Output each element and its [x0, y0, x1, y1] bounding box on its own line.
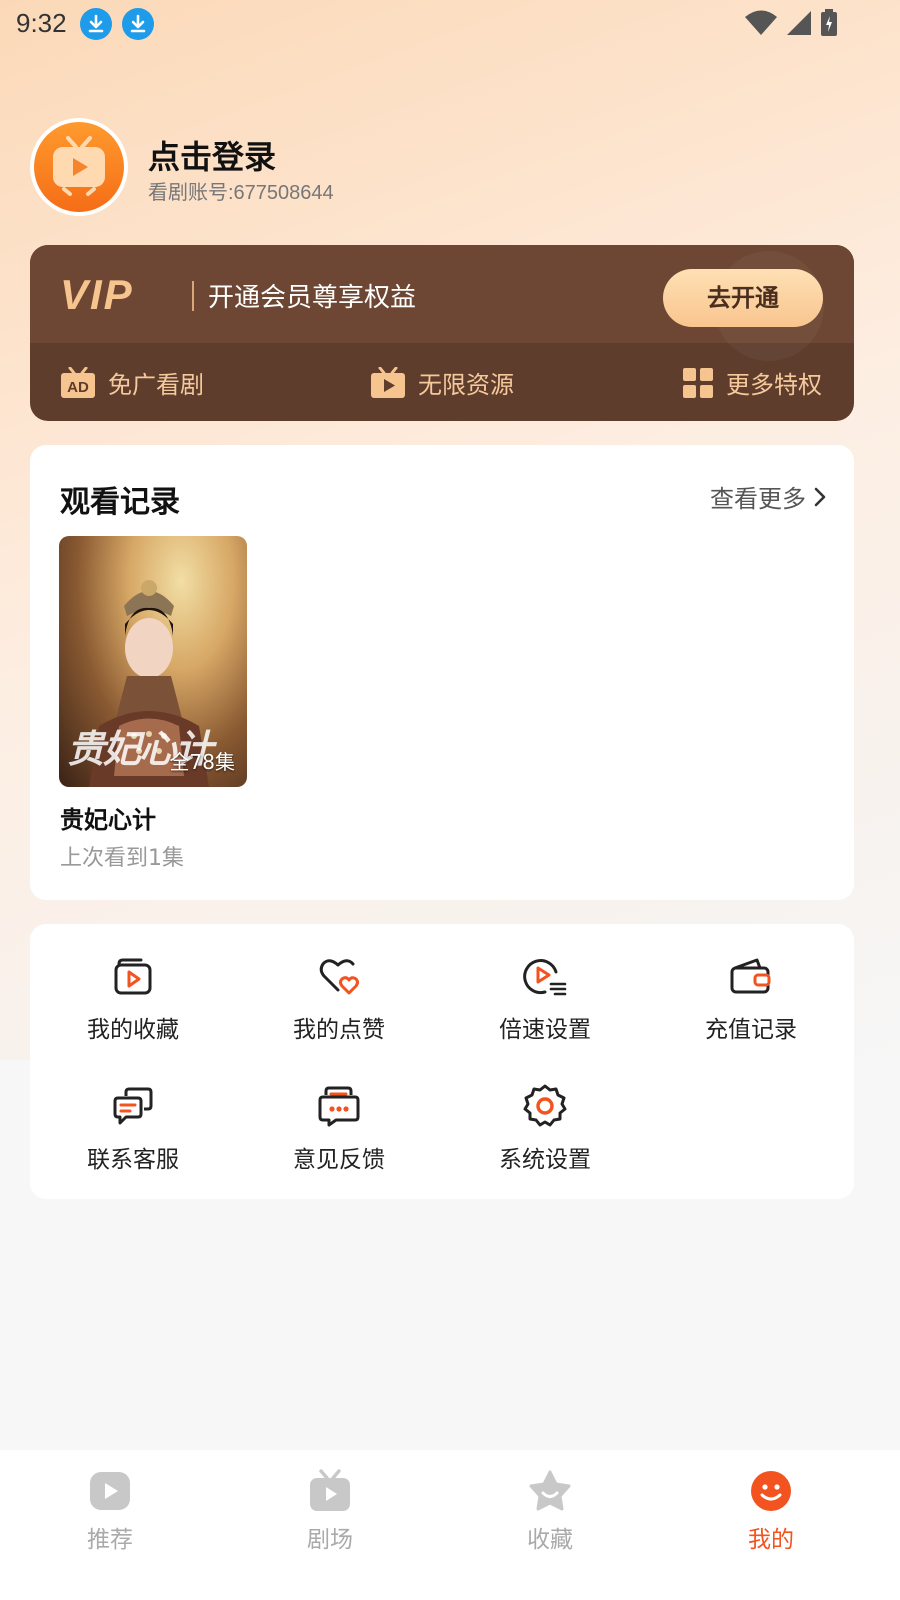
ad-icon: AD [61, 366, 95, 398]
vip-card[interactable]: VIP 开通会员尊享权益 去开通 AD 免广看剧 无限资源 更多特权 [30, 245, 854, 421]
drama-title[interactable]: 贵妃心计 [60, 800, 156, 835]
account-id: 看剧账号:677508644 [148, 182, 334, 204]
status-time: 9:32 [16, 8, 67, 38]
play-icon [90, 1472, 130, 1510]
my-collection-button[interactable]: 我的收藏 [30, 954, 236, 1044]
function-label: 联系客服 [87, 1147, 179, 1173]
bottom-tab-bar: 推荐 剧场 收藏 我的 [0, 1450, 900, 1600]
feedback-button[interactable]: 意见反馈 [236, 1084, 442, 1174]
battery-icon [821, 9, 837, 36]
svg-text:AD: AD [67, 379, 89, 396]
like-icon [319, 959, 359, 995]
function-label: 我的点赞 [293, 1017, 385, 1043]
function-label: 意见反馈 [293, 1147, 385, 1173]
feedback-icon [318, 1086, 360, 1127]
tv-logo-icon [34, 122, 124, 212]
contact-support-button[interactable]: 联系客服 [30, 1084, 236, 1174]
vip-perk-more[interactable]: 更多特权 [682, 365, 822, 400]
profile-page: 9:32 点击登录 看剧账号:677508644 VIP 开通会员尊享权益 去开… [0, 0, 900, 1600]
customer-service-icon [113, 1087, 153, 1125]
wifi-icon [745, 10, 777, 35]
vip-perk-unlimited[interactable]: 无限资源 [370, 365, 514, 400]
view-more-link[interactable]: 查看更多 [710, 479, 826, 514]
tab-label: 收藏 [527, 1527, 573, 1553]
vip-logo: VIP [60, 271, 134, 318]
chevron-right-icon [814, 487, 826, 506]
tab-label: 推荐 [87, 1527, 133, 1553]
watch-progress: 上次看到1集 [60, 846, 184, 871]
tab-label: 剧场 [307, 1527, 353, 1553]
tv-icon [371, 366, 405, 398]
tv-icon [310, 1469, 350, 1511]
vip-description: 开通会员尊享权益 [208, 283, 417, 313]
episode-count: 全78集 [169, 750, 235, 774]
download-icon [122, 8, 154, 40]
recharge-history-button[interactable]: 充值记录 [648, 954, 854, 1044]
section-title: 观看记录 [60, 485, 180, 520]
collection-icon [114, 958, 152, 995]
function-label: 充值记录 [705, 1017, 797, 1043]
tab-recommend[interactable]: 推荐 [50, 1468, 170, 1554]
grid-icon [683, 367, 713, 398]
smile-icon [751, 1471, 791, 1511]
tab-label: 我的 [748, 1527, 794, 1553]
vip-perk-ad-free[interactable]: AD 免广看剧 [60, 365, 204, 400]
playback-speed-button[interactable]: 倍速设置 [442, 954, 648, 1044]
avatar[interactable] [30, 118, 128, 216]
tab-favorites[interactable]: 收藏 [490, 1468, 610, 1554]
system-settings-button[interactable]: 系统设置 [442, 1084, 648, 1174]
function-grid: 我的收藏 我的点赞 倍速设置 充值记录 联系客服 意见反馈 系统设置 [30, 924, 854, 1199]
view-more-label: 查看更多 [710, 485, 806, 513]
speed-icon [523, 959, 567, 996]
system-icons [744, 9, 838, 37]
tab-mine[interactable]: 我的 [711, 1468, 831, 1554]
function-label: 系统设置 [499, 1147, 591, 1173]
vip-perk-label: 更多特权 [726, 371, 822, 399]
drama-poster[interactable]: 贵妃心计 全78集 [59, 536, 247, 787]
tab-theater[interactable]: 剧场 [270, 1468, 390, 1554]
vip-divider [192, 281, 194, 311]
signal-icon [787, 11, 811, 35]
watch-history-card: 观看记录 查看更多 贵妃心计 全78集 贵妃心计 上次看到1集 [30, 445, 854, 900]
login-prompt[interactable]: 点击登录 [148, 132, 276, 178]
function-label: 我的收藏 [87, 1017, 179, 1043]
activate-vip-button[interactable]: 去开通 [663, 269, 823, 327]
status-bar: 9:32 [0, 0, 900, 48]
my-likes-button[interactable]: 我的点赞 [236, 954, 442, 1044]
download-icon [80, 8, 112, 40]
vip-perk-label: 无限资源 [418, 371, 514, 399]
star-icon [529, 1470, 571, 1511]
wallet-icon [730, 958, 771, 994]
settings-icon [523, 1084, 567, 1127]
function-label: 倍速设置 [499, 1017, 591, 1043]
vip-perk-label: 免广看剧 [108, 371, 204, 399]
